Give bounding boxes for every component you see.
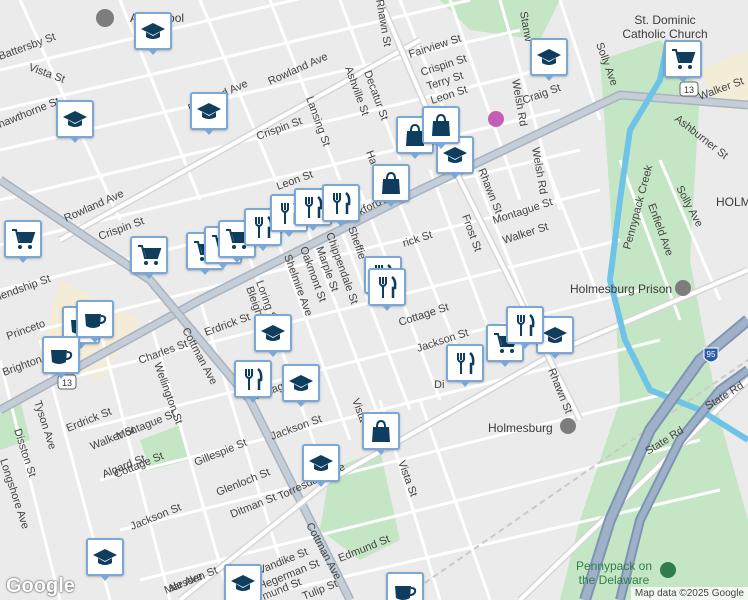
medical-poi-icon	[488, 111, 504, 127]
fork-knife-icon	[240, 366, 266, 392]
shopping-bag-icon	[378, 170, 404, 196]
street-label: Rhawn St	[545, 367, 574, 416]
street-label: iendship St	[0, 273, 52, 303]
street-label: Gillespie St	[193, 437, 249, 469]
graduation-cap-icon	[230, 570, 256, 596]
fork-knife-icon	[328, 190, 354, 216]
church-label-line2: Catholic Church	[622, 27, 707, 41]
grocery-marker[interactable]	[130, 236, 168, 279]
church-label-line1: St. Dominic	[634, 13, 695, 27]
school-marker[interactable]	[302, 444, 340, 487]
cafe-marker[interactable]	[42, 336, 80, 379]
area-label: HOLM	[716, 195, 748, 209]
restaurant-marker[interactable]	[368, 268, 406, 311]
shopping-bag-icon	[428, 112, 454, 138]
coffee-cup-icon	[82, 306, 108, 332]
park-label-line1: Pennypack on	[576, 559, 652, 573]
coffee-cup-icon	[392, 578, 418, 600]
shopping-cart-icon	[136, 242, 162, 268]
school-marker[interactable]	[190, 92, 228, 135]
street-label: Tyson Ave	[31, 399, 58, 451]
school-marker[interactable]	[254, 314, 292, 357]
interstate-95-shield: 95	[703, 347, 719, 363]
graduation-cap-icon	[196, 98, 222, 124]
street-label: Princeto	[5, 318, 47, 343]
coffee-cup-icon	[48, 342, 74, 368]
graduation-cap-icon	[288, 370, 314, 396]
street-label: Jackson St	[269, 413, 324, 443]
park-poi-icon	[660, 562, 676, 578]
restaurant-marker[interactable]	[446, 344, 484, 387]
shopping-marker[interactable]	[422, 106, 460, 149]
graduation-cap-icon	[260, 320, 286, 346]
street-label: Vista St	[395, 459, 419, 499]
landmark-poi-icon	[675, 280, 691, 296]
cafe-marker[interactable]	[386, 572, 424, 600]
grocery-marker[interactable]	[664, 40, 702, 83]
park-label-line2: the Delaware	[579, 573, 650, 587]
shopping-cart-icon	[670, 46, 696, 72]
school-marker[interactable]	[530, 38, 568, 81]
shopping-cart-icon	[10, 226, 36, 252]
neighborhood-label: Holmesburg	[488, 421, 553, 435]
school-marker[interactable]	[224, 564, 262, 600]
restaurant-marker[interactable]	[322, 184, 360, 227]
grocery-marker[interactable]	[4, 220, 42, 263]
school-marker[interactable]	[134, 12, 172, 55]
street-label: Craig St	[521, 82, 562, 107]
shopping-bag-icon	[368, 418, 394, 444]
street-label: Welsh Rd	[529, 146, 549, 195]
school-marker[interactable]	[56, 100, 94, 143]
graduation-cap-icon	[542, 322, 568, 348]
fork-knife-icon	[452, 350, 478, 376]
park-area	[560, 40, 748, 600]
graduation-cap-icon	[62, 106, 88, 132]
school-poi-icon	[96, 9, 114, 27]
route-13-label: 13	[684, 85, 694, 95]
shopping-marker[interactable]	[362, 412, 400, 455]
street-label: Disston St	[11, 427, 38, 478]
shopping-marker[interactable]	[372, 164, 410, 207]
school-marker[interactable]	[282, 364, 320, 407]
street-label: Vista St	[27, 62, 67, 86]
restaurant-marker[interactable]	[234, 360, 272, 403]
restaurant-marker[interactable]	[506, 306, 544, 349]
train-station-icon	[560, 418, 576, 434]
street-label: Erdrick St	[65, 406, 114, 435]
graduation-cap-icon	[92, 544, 118, 570]
street-label: Walker St	[501, 221, 550, 247]
cafe-marker[interactable]	[76, 300, 114, 343]
google-logo: Google	[6, 575, 75, 597]
graduation-cap-icon	[308, 450, 334, 476]
graduation-cap-icon	[140, 18, 166, 44]
street-label: hawthorne St	[0, 95, 61, 130]
fork-knife-icon	[512, 312, 538, 338]
street-label: ale Ave	[167, 570, 205, 595]
map-view[interactable]: 13 13 95 Ac School St. Dominic Catholic …	[0, 0, 748, 600]
route-13-label: 13	[62, 378, 72, 388]
fork-knife-icon	[374, 274, 400, 300]
route-95-label: 95	[707, 350, 716, 359]
map-attribution[interactable]: Map data ©2025 Google	[630, 587, 748, 600]
route-13-shield: 13	[679, 81, 699, 97]
street-label: Rhawn St	[373, 0, 393, 47]
prison-label: Holmesburg Prison	[570, 282, 672, 296]
street-label: Di	[434, 379, 444, 391]
graduation-cap-icon	[536, 44, 562, 70]
school-marker[interactable]	[86, 538, 124, 581]
